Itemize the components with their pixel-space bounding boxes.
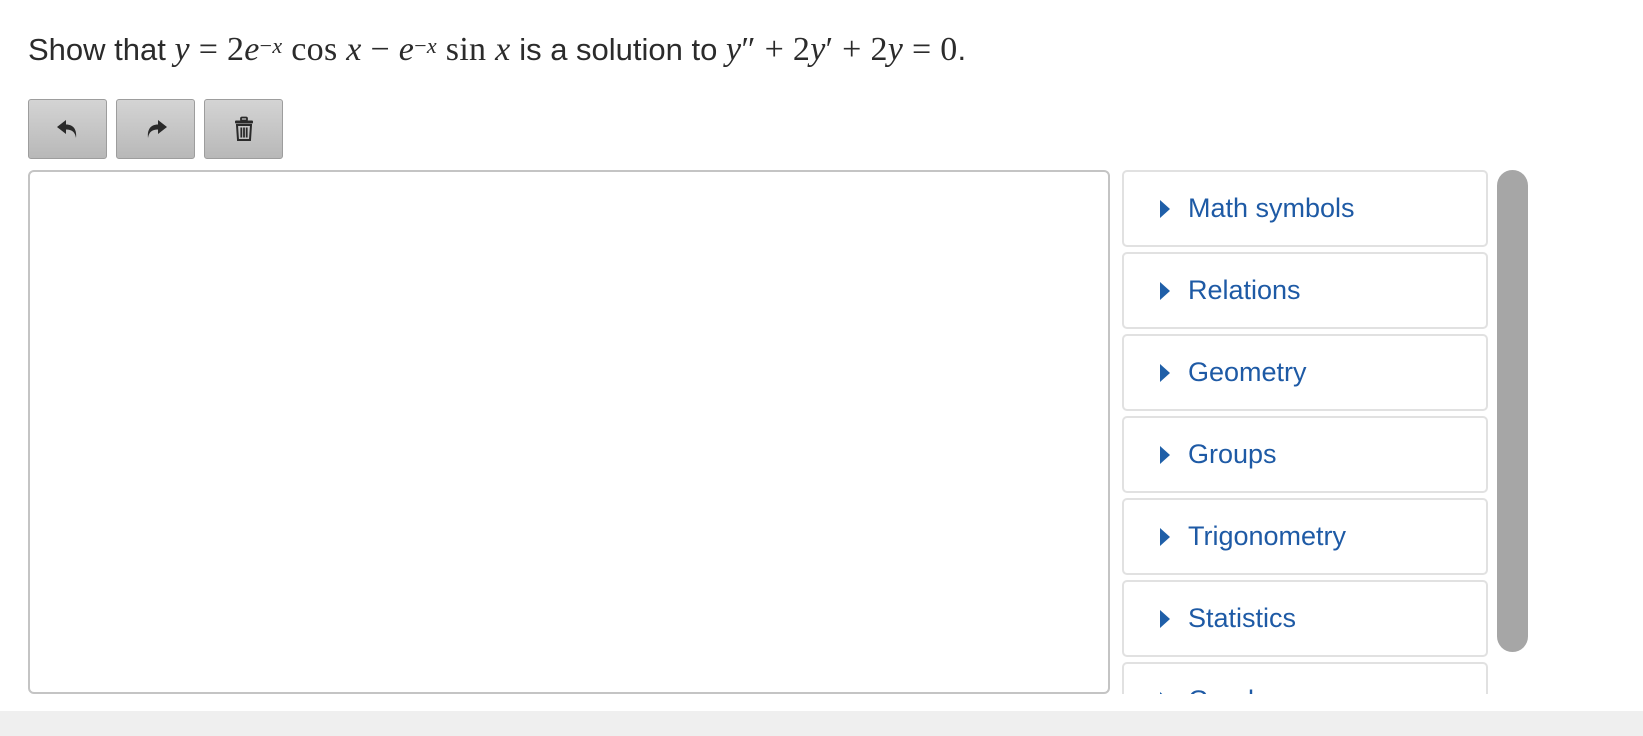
palette-statistics[interactable]: Statistics — [1122, 580, 1488, 657]
palette-item-label: Statistics — [1188, 603, 1297, 633]
palette-relations[interactable]: Relations — [1122, 252, 1488, 329]
prompt-middle-text: is a solution to — [510, 32, 726, 67]
page-footer-band — [0, 711, 1643, 736]
undo-arrow-icon — [56, 120, 76, 138]
palette-item-label: Relations — [1188, 275, 1301, 305]
problem-statement: Show that y = 2e−x cos x − e−x sin x is … — [28, 28, 966, 72]
redo-button[interactable] — [116, 99, 195, 159]
palette-item-label: Greek — [1188, 685, 1262, 694]
expand-triangle-icon — [1160, 527, 1170, 546]
palette-math-symbols[interactable]: Math symbols — [1122, 170, 1488, 247]
palette-item-label: Math symbols — [1188, 193, 1355, 223]
palette-item-label: Geometry — [1188, 357, 1307, 387]
editor-toolbar — [28, 99, 283, 159]
answer-editor[interactable] — [28, 170, 1110, 694]
prompt-end-text: . — [957, 32, 967, 67]
given-function-formula: y = 2e−x cos x − e−x sin x — [174, 31, 511, 68]
palette-groups[interactable]: Groups — [1122, 416, 1488, 493]
palette-item-label: Groups — [1188, 439, 1277, 469]
symbol-palette: Math symbols Relations Geometry Groups T… — [1122, 170, 1488, 694]
palette-item-label: Trigonometry — [1188, 521, 1347, 551]
expand-triangle-icon — [1160, 609, 1170, 628]
clear-button[interactable] — [204, 99, 283, 159]
expand-triangle-icon — [1160, 691, 1170, 694]
redo-arrow-icon — [147, 120, 167, 138]
undo-button[interactable] — [28, 99, 107, 159]
prompt-lead-text: Show that — [28, 32, 175, 67]
palette-scrollbar[interactable] — [1497, 170, 1528, 652]
differential-equation-formula: y″ + 2y′ + 2y = 0 — [725, 31, 958, 68]
trash-icon — [234, 116, 253, 141]
palette-geometry[interactable]: Geometry — [1122, 334, 1488, 411]
expand-triangle-icon — [1160, 445, 1170, 464]
expand-triangle-icon — [1160, 199, 1170, 218]
palette-trigonometry[interactable]: Trigonometry — [1122, 498, 1488, 575]
expand-triangle-icon — [1160, 281, 1170, 300]
expand-triangle-icon — [1160, 363, 1170, 382]
palette-greek[interactable]: Greek — [1122, 662, 1488, 694]
